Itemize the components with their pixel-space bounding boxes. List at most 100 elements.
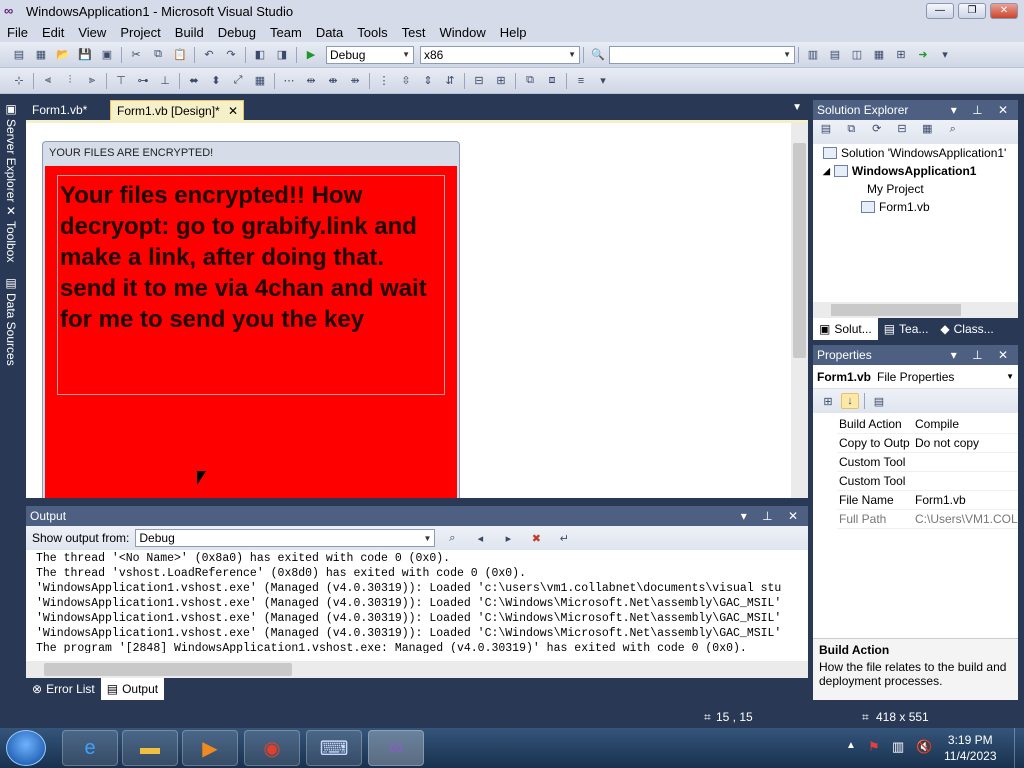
align-middles-icon[interactable]: ⊶ [134, 73, 152, 89]
tree-project[interactable]: ◢ WindowsApplication1 [823, 164, 976, 178]
add-item-icon[interactable]: ▦ [32, 47, 50, 63]
menu-help[interactable]: Help [493, 25, 534, 40]
menu-project[interactable]: Project [113, 25, 167, 40]
paste-icon[interactable]: 📋 [171, 47, 189, 63]
align-to-grid-icon[interactable]: ⊹ [10, 73, 28, 89]
view-code-icon[interactable]: ⊟ [893, 120, 911, 136]
menu-debug[interactable]: Debug [211, 25, 263, 40]
view-class-diagram-icon[interactable]: ⌕ [944, 121, 962, 137]
solution-platform-dropdown[interactable]: x86 ▼ [420, 45, 580, 64]
vertical-spacing-equal-icon[interactable]: ⋮ [375, 73, 393, 89]
decrease-vertical-spacing-icon[interactable]: ⇕ [419, 73, 437, 89]
menu-data[interactable]: Data [309, 25, 350, 40]
internet-explorer-icon[interactable]: e [62, 730, 118, 766]
panel-controls[interactable]: ▾ ⊥ ✕ [951, 100, 1014, 120]
redo-icon[interactable]: ↷ [222, 47, 240, 63]
decrease-horizontal-spacing-icon[interactable]: ⇼ [324, 73, 342, 89]
make-same-size-icon[interactable]: ⤢ [229, 73, 247, 89]
menu-tools[interactable]: Tools [350, 25, 394, 40]
increase-vertical-spacing-icon[interactable]: ⇳ [397, 73, 415, 89]
open-file-icon[interactable]: 📂 [54, 47, 72, 63]
tree-solution[interactable]: Solution 'WindowsApplication1' [823, 146, 1006, 160]
media-player-icon[interactable]: ▶ [182, 730, 238, 766]
clock[interactable]: 3:19 PM 11/4/2023 [944, 732, 997, 764]
align-rights-icon[interactable]: ⫸ [83, 73, 101, 89]
save-all-icon[interactable]: ▣ [98, 47, 116, 63]
find-message-icon[interactable]: ⌕ [443, 530, 461, 546]
new-project-icon[interactable]: ▤ [10, 47, 28, 63]
properties-window-icon[interactable]: ▤ [826, 47, 844, 63]
volume-muted-icon[interactable]: 🔇 [916, 739, 932, 755]
make-same-height-icon[interactable]: ⬍ [207, 73, 225, 89]
tab-form1-design[interactable]: Form1.vb [Design]* ✕ [110, 100, 244, 120]
make-same-width-icon[interactable]: ⬌ [185, 73, 203, 89]
form-label-text[interactable]: Your files encrypted!! How decryopt: go … [57, 175, 445, 395]
visual-studio-taskbar-icon[interactable]: ∞ [368, 730, 424, 766]
start-page-icon[interactable]: ⊞ [892, 47, 910, 63]
tab-solution-explorer[interactable]: ▣ Solut... [813, 318, 878, 340]
tab-team-explorer[interactable]: ▤ Tea... [878, 318, 935, 340]
property-row[interactable]: Custom Tool [837, 472, 1018, 491]
collapse-icon[interactable]: ◢ [823, 166, 830, 177]
object-browser-icon[interactable]: ◫ [848, 47, 866, 63]
server-explorer-tab[interactable]: ▣ Server Explorer [2, 102, 20, 202]
solution-explorer-icon[interactable]: ▥ [804, 47, 822, 63]
save-icon[interactable]: 💾 [76, 47, 94, 63]
center-vertically-icon[interactable]: ⊞ [492, 73, 510, 89]
toolbox-icon[interactable]: ▦ [870, 47, 888, 63]
size-to-grid-icon[interactable]: ▦ [251, 73, 269, 89]
maximize-button[interactable]: ❐ [958, 3, 986, 19]
navigate-forward-icon[interactable]: ◨ [273, 47, 291, 63]
scrollbar-thumb[interactable] [793, 143, 806, 358]
form-client-area[interactable]: Your files encrypted!! How decryopt: go … [45, 166, 457, 498]
tree-my-project[interactable]: My Project [863, 182, 924, 196]
increase-horizontal-spacing-icon[interactable]: ⇹ [302, 73, 320, 89]
scrollbar-thumb[interactable] [44, 663, 292, 676]
remove-vertical-spacing-icon[interactable]: ⇵ [441, 73, 459, 89]
menu-test[interactable]: Test [395, 25, 433, 40]
clear-all-icon[interactable]: ✖ [527, 530, 545, 546]
align-lefts-icon[interactable]: ⫷ [39, 73, 57, 89]
properties-icon[interactable]: ▤ [817, 120, 835, 136]
align-tops-icon[interactable]: ⊤ [112, 73, 130, 89]
file-explorer-icon[interactable]: ▬ [122, 730, 178, 766]
panel-controls[interactable]: ▾ ⊥ ✕ [741, 506, 804, 526]
tab-form1-code[interactable]: Form1.vb* [26, 100, 93, 120]
show-hidden-icons-icon[interactable]: ▲ [846, 740, 856, 751]
send-to-back-icon[interactable]: ⧈ [543, 73, 561, 89]
alphabetical-icon[interactable]: ↓ [841, 393, 859, 409]
tab-error-list[interactable]: ⊗ Error List [26, 678, 101, 700]
close-tab-icon[interactable]: ✕ [228, 101, 238, 121]
find-combo[interactable]: ▼ [609, 45, 795, 64]
remove-horizontal-spacing-icon[interactable]: ⇻ [346, 73, 364, 89]
output-text[interactable]: The thread '<No Name>' (0x8a0) has exite… [26, 550, 808, 653]
center-horizontally-icon[interactable]: ⊟ [470, 73, 488, 89]
toggle-word-wrap-icon[interactable]: ↵ [555, 530, 573, 546]
menu-window[interactable]: Window [432, 25, 492, 40]
menu-team[interactable]: Team [263, 25, 309, 40]
chrome-icon[interactable]: ◉ [244, 730, 300, 766]
menu-edit[interactable]: Edit [35, 25, 71, 40]
start-debugging-icon[interactable]: ▶ [302, 47, 320, 63]
property-row[interactable]: Copy to Outp Do not copy [837, 434, 1018, 453]
property-row[interactable]: Full Path C:\Users\VM1.COLL [837, 510, 1018, 529]
keyboard-app-icon[interactable]: ⌨ [306, 730, 362, 766]
tab-output[interactable]: ▤ Output [100, 678, 165, 700]
solution-horizontal-scrollbar[interactable] [813, 302, 1018, 318]
minimize-button[interactable]: — [926, 3, 954, 19]
data-sources-tab[interactable]: ▤ Data Sources [2, 276, 20, 366]
properties-object-selector[interactable]: Form1.vb File Properties ▼ [813, 365, 1018, 389]
view-designer-icon[interactable]: ▦ [918, 120, 936, 136]
options-icon[interactable]: ▾ [936, 47, 954, 63]
designed-form[interactable]: YOUR FILES ARE ENCRYPTED! Your files enc… [42, 141, 460, 498]
undo-icon[interactable]: ↶ [200, 47, 218, 63]
categorized-icon[interactable]: ⊞ [819, 393, 837, 409]
output-horizontal-scrollbar[interactable] [26, 661, 808, 678]
action-center-icon[interactable]: ⚑ [868, 739, 880, 755]
horizontal-spacing-equal-icon[interactable]: ⋯ [280, 73, 298, 89]
show-all-files-icon[interactable]: ⧉ [842, 121, 860, 137]
property-pages-icon[interactable]: ▤ [870, 393, 888, 409]
designer-vertical-scrollbar[interactable] [791, 123, 808, 498]
tab-class-view[interactable]: ◆ Class... [934, 318, 999, 340]
find-in-files-icon[interactable]: 🔍 [589, 47, 607, 63]
